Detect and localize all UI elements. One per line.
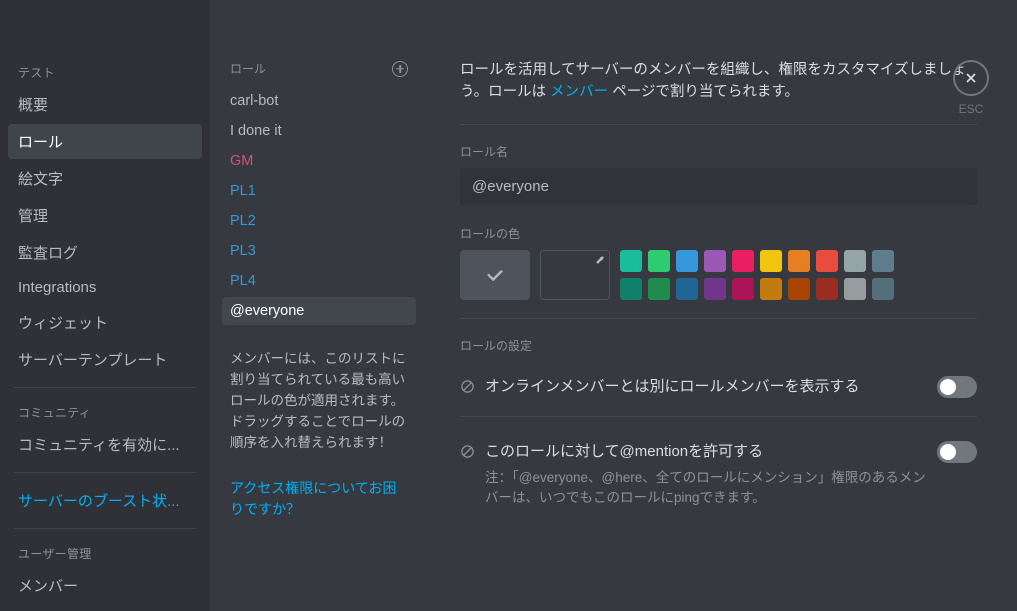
color-swatch[interactable] [620,278,642,300]
deny-icon [460,379,475,394]
role-item[interactable]: PL1 [222,177,416,205]
color-swatch[interactable] [760,250,782,272]
color-swatch[interactable] [648,250,670,272]
check-icon [484,264,506,286]
sidebar-item[interactable]: コミュニティを有効に... [8,427,202,462]
esc-label: ESC [953,102,989,116]
close-block: ESC [953,60,989,116]
color-swatch[interactable] [844,278,866,300]
role-item[interactable]: PL3 [222,237,416,265]
setting-allow-mention-label: このロールに対して@mentionを許可する [485,441,927,464]
color-swatch[interactable] [648,278,670,300]
deny-icon [460,444,475,459]
sidebar-item[interactable]: 概要 [8,87,202,122]
divider [460,318,977,319]
custom-color-swatch[interactable] [540,250,610,300]
sidebar-item[interactable]: メンバー [8,568,202,603]
role-settings-heading: ロールの設定 [460,337,977,354]
sidebar-item[interactable]: 管理 [8,198,202,233]
role-item[interactable]: @everyone [222,297,416,325]
color-swatch[interactable] [704,278,726,300]
color-swatch[interactable] [676,278,698,300]
settings-sidebar: テスト 概要ロール絵文字管理監査ログIntegrationsウィジェットサーバー… [0,0,210,611]
role-name-label: ロール名 [460,143,977,160]
close-icon [963,70,979,86]
intro-after: ページで割り当てられます。 [608,84,799,100]
color-swatch[interactable] [760,278,782,300]
color-swatch[interactable] [844,250,866,272]
color-swatch[interactable] [620,250,642,272]
color-swatch[interactable] [732,250,754,272]
permissions-help-link[interactable]: アクセス権限についてお困りですか？ [230,478,408,520]
roles-list-panel: ロール carl-botI done itGMPL1PL2PL3PL4@ever… [210,0,428,611]
color-swatch[interactable] [816,250,838,272]
sidebar-heading-user: ユーザー管理 [8,541,202,566]
color-swatch[interactable] [816,278,838,300]
role-item[interactable]: carl-bot [222,87,416,115]
sidebar-item[interactable]: 監査ログ [8,235,202,270]
color-swatch[interactable] [788,250,810,272]
role-item[interactable]: PL4 [222,267,416,295]
members-link[interactable]: メンバー [550,84,608,100]
role-item[interactable]: I done it [222,117,416,145]
setting-display-separately-toggle[interactable] [937,376,977,398]
divider [14,472,196,473]
color-swatch[interactable] [704,250,726,272]
sidebar-item[interactable]: 招待 [8,605,202,611]
divider [460,416,977,417]
role-name-input[interactable] [460,168,977,205]
color-palette [620,250,894,300]
setting-allow-mention-toggle[interactable] [937,441,977,463]
color-swatch[interactable] [872,278,894,300]
sidebar-item[interactable]: サーバーテンプレート [8,342,202,377]
color-swatch[interactable] [872,250,894,272]
divider [14,528,196,529]
sidebar-item[interactable]: サーバーのブースト状... [8,483,202,518]
divider [460,124,977,125]
eyedropper-icon [595,255,605,265]
close-button[interactable] [953,60,989,96]
roles-help-note: メンバーには、このリストに割り当てられている最も高いロールの色が適用されます。ド… [230,349,408,454]
intro-text: ロールを活用してサーバーのメンバーを組織し、権限をカスタマイズしましょう。ロール… [460,60,977,104]
sidebar-item[interactable]: 絵文字 [8,161,202,196]
setting-display-separately-label: オンラインメンバーとは別にロールメンバーを表示する [485,376,927,399]
role-item[interactable]: PL2 [222,207,416,235]
setting-allow-mention-note: 注：「@everyone、@here、全てのロールにメンション」権限のあるメンバ… [485,468,927,509]
role-color-label: ロールの色 [460,225,977,242]
add-role-icon[interactable] [392,61,408,77]
color-swatch[interactable] [788,278,810,300]
default-color-swatch[interactable] [460,250,530,300]
sidebar-item[interactable]: ウィジェット [8,305,202,340]
sidebar-item[interactable]: ロール [8,124,202,159]
sidebar-heading-server: テスト [8,60,202,85]
color-swatch[interactable] [676,250,698,272]
role-settings-main: ロールを活用してサーバーのメンバーを組織し、権限をカスタマイズしましょう。ロール… [428,0,1017,611]
color-swatch[interactable] [732,278,754,300]
role-item[interactable]: GM [222,147,416,175]
divider [14,387,196,388]
sidebar-item[interactable]: Integrations [8,272,202,303]
sidebar-heading-community: コミュニティ [8,400,202,425]
roles-heading: ロール [230,60,266,77]
